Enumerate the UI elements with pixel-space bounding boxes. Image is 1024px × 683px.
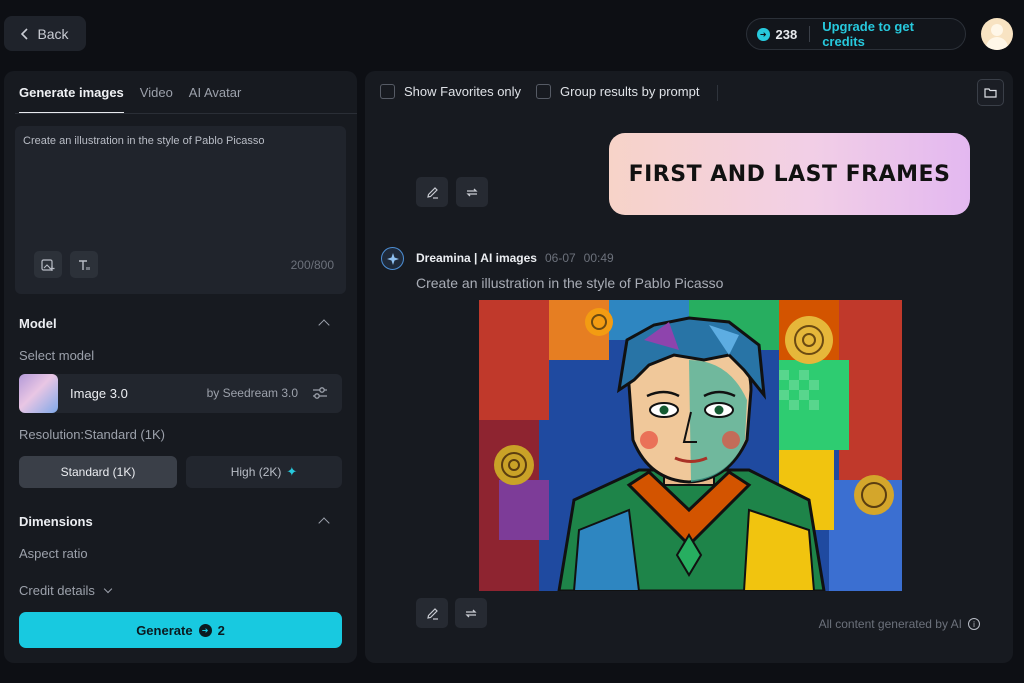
repeat-icon — [465, 609, 477, 617]
credits-count: 238 — [775, 26, 798, 42]
back-label: Back — [37, 25, 69, 42]
message-time: 00:49 — [583, 251, 614, 265]
ai-note-text: All content generated by AI — [818, 617, 962, 631]
filter-divider — [717, 85, 718, 101]
chevron-up-icon[interactable] — [318, 319, 330, 331]
sparkle-icon: ✦ — [286, 464, 298, 479]
generate-cost: 2 — [217, 622, 225, 638]
prompt-text: Create an illustration in the style of P… — [23, 135, 265, 147]
tab-video[interactable]: Video — [140, 85, 173, 114]
prompt-input[interactable]: Create an illustration in the style of P… — [15, 126, 346, 294]
image-add-icon — [41, 258, 55, 271]
group-checkbox[interactable] — [536, 84, 551, 99]
group-label: Group results by prompt — [560, 84, 700, 99]
add-image-button[interactable] — [34, 251, 62, 278]
avatar-head-shape — [991, 24, 1003, 36]
chevron-up-icon[interactable] — [318, 517, 330, 529]
chevron-down-icon — [103, 584, 113, 594]
generated-image[interactable] — [479, 300, 902, 591]
regenerate-button[interactable] — [456, 177, 488, 207]
back-button[interactable]: Back — [4, 16, 86, 51]
overlay-banner: FIRST AND LAST FRAMES — [609, 133, 970, 215]
folder-icon — [984, 88, 997, 98]
model-section-title: Model — [19, 316, 57, 331]
chevron-left-icon — [21, 27, 29, 40]
model-name: Image 3.0 — [70, 386, 128, 401]
left-panel: Generate images Video AI Avatar Create a… — [4, 71, 357, 663]
avatar-body-shape — [986, 37, 1008, 50]
picasso-artwork — [479, 300, 902, 591]
message-header: Dreamina | AI images 06-07 00:49 — [416, 251, 614, 265]
generate-button[interactable]: Generate ➜ 2 — [19, 612, 342, 648]
text-icon — [79, 259, 90, 270]
favorites-label: Show Favorites only — [404, 84, 522, 99]
group-filter[interactable]: Group results by prompt — [536, 84, 699, 99]
credit-details-toggle[interactable]: Credit details — [19, 583, 113, 598]
text-style-button[interactable] — [70, 251, 98, 278]
message-prompt: Create an illustration in the style of P… — [416, 275, 724, 291]
pencil-icon — [426, 607, 438, 620]
dreamina-logo-icon — [381, 247, 404, 270]
credits-pill[interactable]: ➜ 238 Upgrade to get credits — [746, 18, 966, 50]
resolution-standard-button[interactable]: Standard (1K) — [19, 456, 177, 488]
resolution-label: Resolution:Standard (1K) — [19, 427, 165, 442]
credit-coin-icon: ➜ — [757, 27, 770, 41]
settings-sliders-icon[interactable] — [312, 386, 328, 400]
regenerate-button[interactable] — [455, 598, 487, 628]
model-thumbnail — [19, 374, 58, 413]
generate-label: Generate — [136, 622, 193, 638]
folder-button[interactable] — [977, 79, 1004, 106]
resolution-standard-label: Standard (1K) — [60, 465, 136, 479]
credits-divider — [809, 26, 811, 42]
select-model-label: Select model — [19, 348, 95, 363]
info-icon[interactable]: i — [968, 618, 980, 630]
credit-coin-icon: ➜ — [198, 623, 212, 637]
tab-ai-avatar[interactable]: AI Avatar — [189, 85, 242, 114]
pencil-icon — [426, 186, 438, 199]
resolution-high-label: High (2K) — [230, 465, 282, 479]
mode-tabs: Generate images Video AI Avatar — [19, 85, 241, 114]
tab-generate-images[interactable]: Generate images — [19, 85, 124, 114]
aspect-ratio-label: Aspect ratio — [19, 546, 88, 561]
char-counter: 200/800 — [290, 258, 334, 272]
resolution-high-button[interactable]: High (2K) ✦ — [186, 456, 342, 488]
results-panel: Show Favorites only Group results by pro… — [365, 71, 1013, 663]
model-selector[interactable]: Image 3.0 by Seedream 3.0 — [19, 374, 342, 413]
overlay-text: FIRST AND LAST FRAMES — [628, 161, 951, 187]
repeat-icon — [466, 188, 478, 196]
dimensions-section-title: Dimensions — [19, 514, 93, 529]
ai-disclaimer: All content generated by AI i — [819, 617, 980, 631]
model-provider: by Seedream 3.0 — [206, 386, 298, 400]
edit-button[interactable] — [416, 598, 448, 628]
avatar[interactable] — [981, 18, 1013, 50]
tab-divider — [15, 113, 357, 114]
favorites-filter[interactable]: Show Favorites only — [380, 84, 521, 99]
upgrade-link[interactable]: Upgrade to get credits — [822, 19, 955, 49]
message-date: 06-07 — [544, 251, 576, 265]
message-author: Dreamina | AI images — [416, 251, 537, 265]
favorites-checkbox[interactable] — [380, 84, 395, 99]
credit-details-label: Credit details — [19, 583, 95, 598]
edit-button[interactable] — [416, 177, 448, 207]
